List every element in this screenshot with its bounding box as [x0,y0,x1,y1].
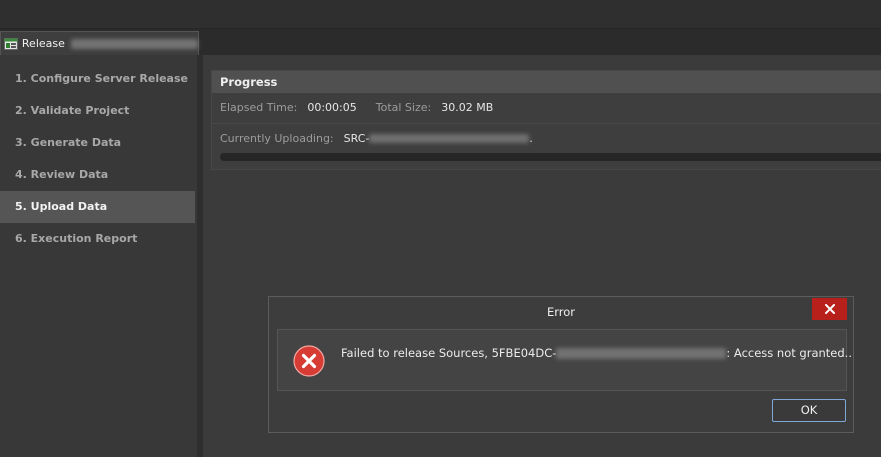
currently-uploading-prefix: SRC- [343,132,370,145]
progress-panel: Progress Elapsed Time: 00:00:05 Total Si… [211,70,881,170]
elapsed-time-label: Elapsed Time: [220,101,298,114]
redacted-tab-text [70,38,198,49]
redacted-id [556,347,727,359]
progress-panel-title: Progress [212,71,881,93]
tab-label: Release [21,37,65,50]
error-icon [293,345,325,377]
dialog-title: Error [546,305,576,319]
error-message-suffix: : Access not granted.. [726,346,852,360]
wizard-steps-sidebar: 1. Configure Server Release 2. Validate … [0,55,203,457]
step-review-data[interactable]: 4. Review Data [0,159,195,191]
step-generate-data[interactable]: 3. Generate Data [0,127,195,159]
currently-uploading-suffix: . [529,132,533,145]
dialog-message-area: Failed to release Sources, 5FBE04DC- : A… [277,329,852,391]
redacted-file-name [369,134,530,143]
release-document-icon [4,37,18,50]
divider [212,123,881,124]
elapsed-time-value: 00:00:05 [307,101,357,114]
error-message-prefix: Failed to release Sources, 5FBE04DC- [341,346,557,360]
error-dialog: Error Failed to release Sources, 5FBE04D… [268,296,854,433]
top-toolbar [0,0,881,29]
total-size-label: Total Size: [375,101,432,114]
step-upload-data[interactable]: 5. Upload Data [0,191,195,223]
step-configure-server-release[interactable]: 1. Configure Server Release [0,63,195,95]
ok-button[interactable]: OK [772,399,846,422]
document-tab-release[interactable]: Release [0,31,199,55]
step-validate-project[interactable]: 2. Validate Project [0,95,195,127]
close-button[interactable] [812,298,847,320]
total-size-value: 30.02 MB [441,101,494,114]
currently-uploading-label: Currently Uploading: [220,132,334,145]
currently-uploading-row: Currently Uploading: SRC- . [220,132,533,145]
upload-progress-bar [220,153,881,161]
step-execution-report[interactable]: 6. Execution Report [0,223,195,255]
error-message: Failed to release Sources, 5FBE04DC- : A… [341,346,852,360]
close-icon [824,304,835,314]
progress-stats-row: Elapsed Time: 00:00:05 Total Size: 30.02… [220,101,493,114]
